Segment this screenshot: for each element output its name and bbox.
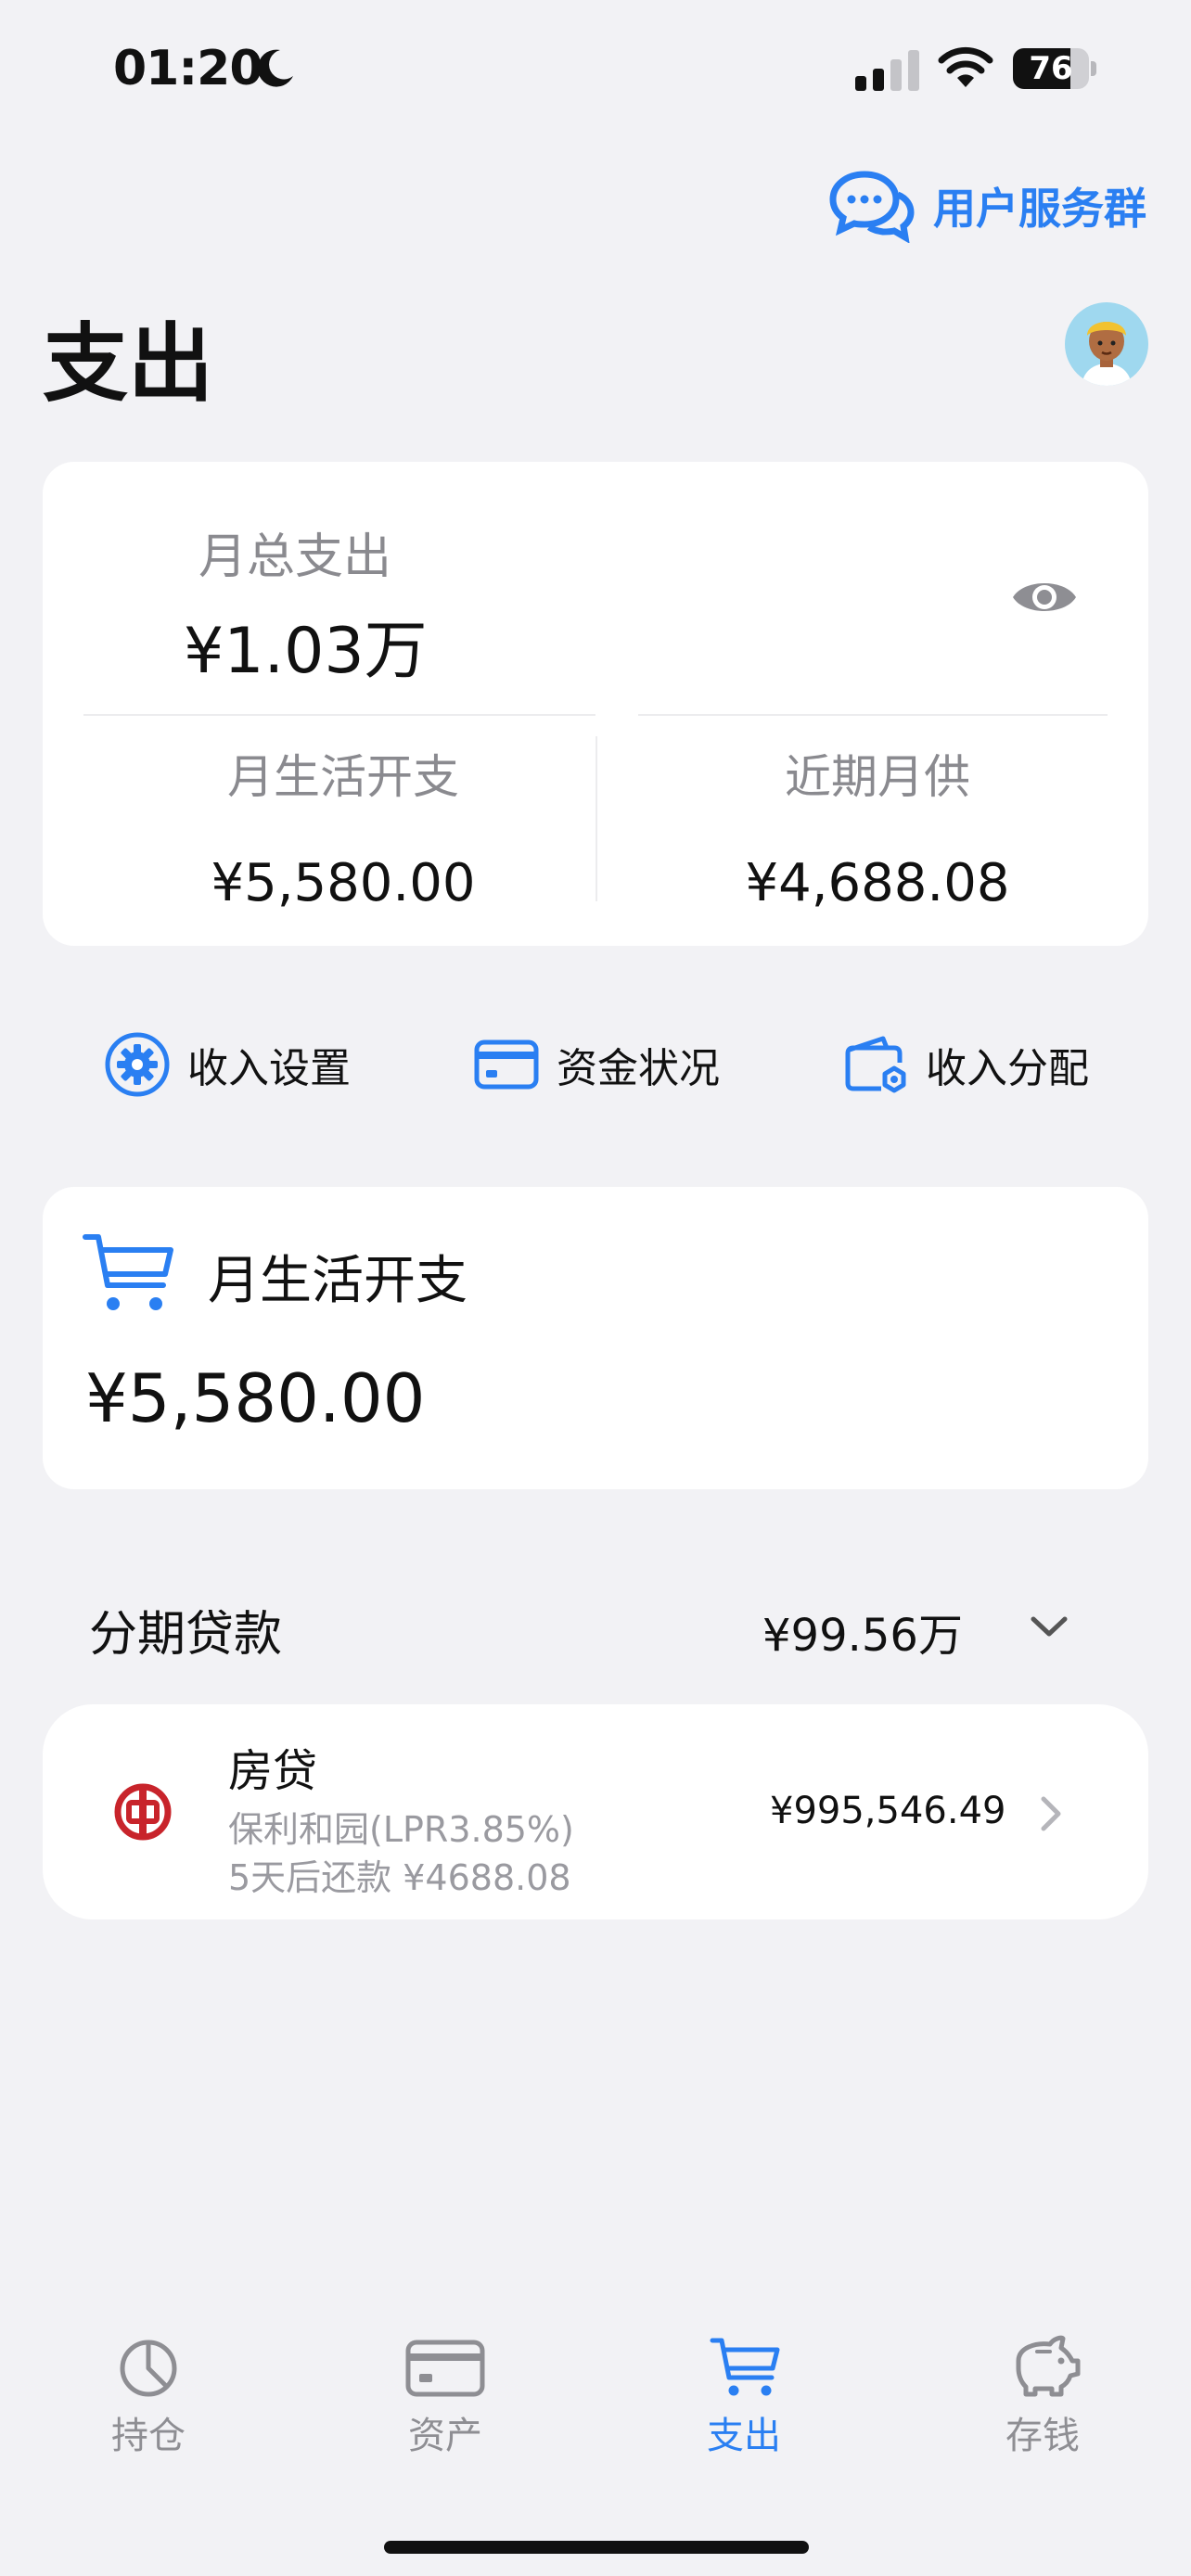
mortgage-summary: 近期月供 ¥4,688.08 <box>618 740 1137 913</box>
cart-icon <box>83 1234 173 1310</box>
tab-holdings[interactable]: 持仓 <box>65 2333 232 2459</box>
living-card-label: 月生活开支 <box>208 1251 467 1311</box>
monthly-summary-card: 月总支出 ¥1.03万 月生活开支 ¥5,580.00 近期月供 ¥4,688.… <box>43 462 1148 946</box>
user-service-group-label: 用户服务群 <box>933 184 1146 234</box>
living-expense-card[interactable]: 月生活开支 ¥5,580.00 <box>43 1187 1148 1489</box>
loan-name: 房贷 <box>228 1745 318 1797</box>
avatar[interactable] <box>1065 302 1148 386</box>
living-expense-value: ¥5,580.00 <box>211 853 476 913</box>
card-icon <box>474 1039 539 1090</box>
moon-icon <box>257 49 293 87</box>
total-expense-label: 月总支出 <box>198 529 392 585</box>
eye-icon[interactable] <box>1007 564 1082 631</box>
income-allocation-button[interactable]: 收入分配 <box>842 1027 1089 1102</box>
chevron-right-icon <box>1041 1796 1061 1831</box>
income-settings-label: 收入设置 <box>187 1045 351 1092</box>
living-expense-summary: 月生活开支 ¥5,580.00 <box>83 740 603 913</box>
tab-assets[interactable]: 资产 <box>362 2333 529 2459</box>
wifi-icon <box>938 46 993 87</box>
user-service-group-button[interactable]: 用户服务群 <box>829 169 1146 243</box>
battery-icon: 76 <box>1013 48 1098 91</box>
installment-loans-title: 分期贷款 <box>89 1607 283 1663</box>
loan-due-date: 5天后还款 ¥4688.08 <box>228 1857 571 1898</box>
tab-expenses[interactable]: 支出 <box>660 2333 827 2459</box>
gear-icon <box>105 1032 170 1097</box>
cart-icon <box>710 2338 780 2396</box>
pie-chart-icon <box>120 2340 177 2397</box>
tab-savings[interactable]: 存钱 <box>959 2333 1126 2459</box>
mortgage-value: ¥4,688.08 <box>745 853 1010 913</box>
card-icon <box>405 2340 485 2397</box>
avatar-image <box>1082 322 1132 386</box>
bank-of-china-logo-icon <box>114 1783 172 1841</box>
fund-status-button[interactable]: 资金状况 <box>473 1027 720 1102</box>
mortgage-label: 近期月供 <box>785 750 970 804</box>
fund-status-label: 资金状况 <box>557 1045 720 1092</box>
living-card-value: ¥5,580.00 <box>85 1359 426 1437</box>
tab-holdings-label: 持仓 <box>111 2415 186 2457</box>
installment-loans-total: ¥99.56万 <box>762 1610 963 1662</box>
living-expense-label: 月生活开支 <box>227 750 459 804</box>
income-allocation-label: 收入分配 <box>926 1045 1089 1092</box>
loan-subtitle: 保利和园(LPR3.85%) <box>228 1809 574 1850</box>
cellular-signal-icon <box>855 50 919 91</box>
status-time: 01:20 <box>113 41 263 96</box>
chevron-down-icon[interactable] <box>1028 1606 1070 1649</box>
battery-percent: 76 <box>1029 50 1073 87</box>
mortgage-loan-row[interactable]: 房贷 保利和园(LPR3.85%) 5天后还款 ¥4688.08 ¥995,54… <box>43 1704 1148 1919</box>
chat-bubbles-icon <box>829 171 915 243</box>
tab-expenses-label: 支出 <box>707 2415 781 2457</box>
tab-savings-label: 存钱 <box>1005 2415 1080 2457</box>
income-settings-button[interactable]: 收入设置 <box>104 1027 351 1102</box>
wallet-icon <box>845 1036 906 1093</box>
total-expense-value: ¥1.03万 <box>184 615 428 688</box>
page-title: 支出 <box>43 314 214 414</box>
piggy-bank-icon <box>1016 2335 1081 2397</box>
loan-amount: ¥995,546.49 <box>770 1790 1006 1832</box>
home-indicator[interactable] <box>384 2541 809 2554</box>
tab-assets-label: 资产 <box>408 2415 482 2457</box>
